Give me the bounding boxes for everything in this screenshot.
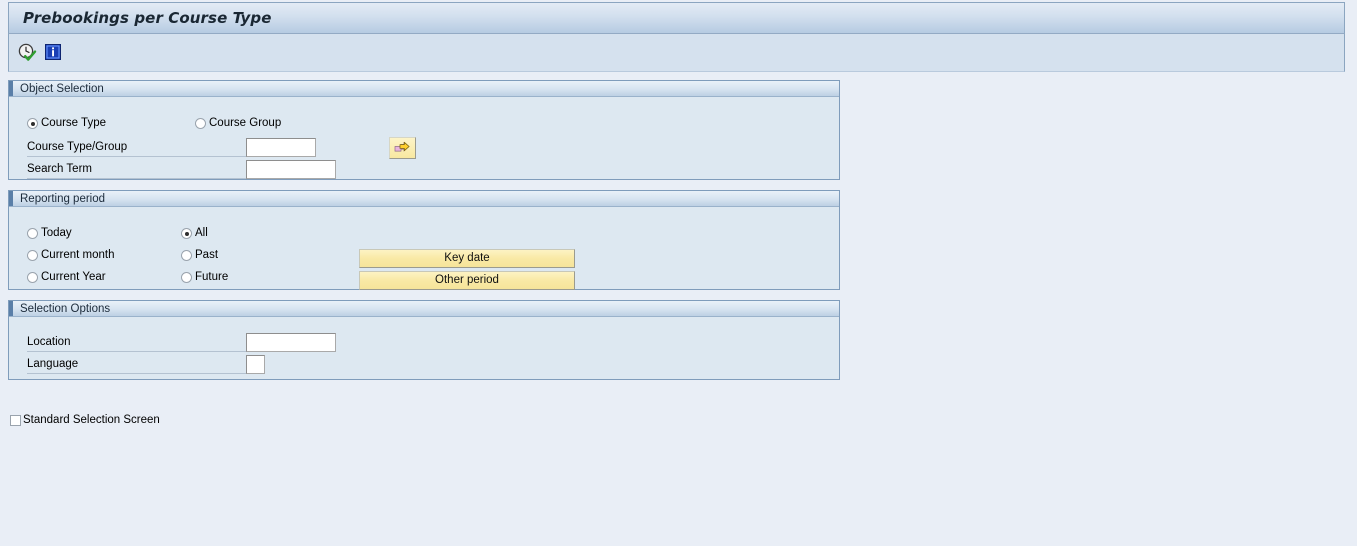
radio-future-indicator — [181, 272, 192, 283]
radio-course-type[interactable]: Course Type — [27, 117, 106, 130]
information-icon[interactable] — [43, 42, 63, 62]
selection-screen-content: Object Selection Course Type Course Grou… — [8, 72, 1345, 544]
label-course-type-group: Course Type/Group — [27, 141, 128, 153]
radio-course-group-label: Course Group — [209, 117, 282, 129]
panel-object-selection-header: Object Selection — [9, 81, 839, 97]
panel-object-selection: Object Selection Course Type Course Grou… — [8, 80, 840, 180]
radio-current-month-label: Current month — [41, 249, 115, 261]
radio-all-label: All — [195, 227, 208, 239]
radio-all-indicator — [181, 228, 192, 239]
label-language: Language — [27, 358, 79, 370]
radio-current-year-label: Current Year — [41, 271, 106, 283]
radio-current-year[interactable]: Current Year — [27, 271, 106, 284]
label-location: Location — [27, 336, 71, 348]
page-title: Prebookings per Course Type — [23, 9, 272, 27]
radio-current-month-indicator — [27, 250, 38, 261]
input-search-term[interactable] — [246, 160, 336, 179]
panel-reporting-period-header: Reporting period — [9, 191, 839, 207]
radio-past-indicator — [181, 250, 192, 261]
panel-object-selection-title: Object Selection — [20, 83, 104, 95]
radio-future-label: Future — [195, 271, 229, 283]
radio-today-label: Today — [41, 227, 72, 239]
radio-course-group-indicator — [195, 118, 206, 129]
underline-search-term — [27, 178, 247, 179]
radio-all[interactable]: All — [181, 227, 208, 240]
input-language[interactable] — [246, 355, 265, 374]
sap-application-window: Prebookings per Course Type © www.tutori… — [0, 0, 1357, 546]
key-date-button[interactable]: Key date — [359, 249, 575, 268]
panel-reporting-period-title: Reporting period — [20, 193, 106, 205]
input-course-type-group[interactable] — [246, 138, 316, 157]
panel-selection-options: Selection Options Location Language — [8, 300, 840, 380]
panel-reporting-period: Reporting period Today Current month Cur… — [8, 190, 840, 290]
underline-location — [27, 351, 247, 352]
window-title-bar: Prebookings per Course Type — [8, 2, 1345, 34]
standard-selection-screen-checkbox[interactable]: Standard Selection Screen — [10, 414, 160, 427]
radio-current-month[interactable]: Current month — [27, 249, 115, 262]
radio-past[interactable]: Past — [181, 249, 218, 262]
radio-future[interactable]: Future — [181, 271, 228, 284]
execute-clock-check-icon[interactable] — [17, 42, 37, 62]
radio-today-indicator — [27, 228, 38, 239]
radio-past-label: Past — [195, 249, 219, 261]
radio-current-year-indicator — [27, 272, 38, 283]
label-search-term: Search Term — [27, 163, 92, 175]
panel-selection-options-header: Selection Options — [9, 301, 839, 317]
radio-course-group[interactable]: Course Group — [195, 117, 281, 130]
underline-course-type-group — [27, 156, 247, 157]
standard-selection-screen-label: Standard Selection Screen — [23, 414, 160, 426]
application-toolbar: © www.tutorialkart.com — [8, 34, 1345, 99]
radio-course-type-indicator — [27, 118, 38, 129]
input-location[interactable] — [246, 333, 336, 352]
radio-course-type-label: Course Type — [41, 117, 106, 129]
multiple-selection-arrow-icon[interactable] — [389, 137, 416, 159]
underline-language — [27, 373, 247, 374]
panel-selection-options-title: Selection Options — [20, 303, 111, 315]
other-period-button[interactable]: Other period — [359, 271, 575, 290]
radio-today[interactable]: Today — [27, 227, 72, 240]
standard-selection-screen-checkbox-box — [10, 415, 21, 426]
